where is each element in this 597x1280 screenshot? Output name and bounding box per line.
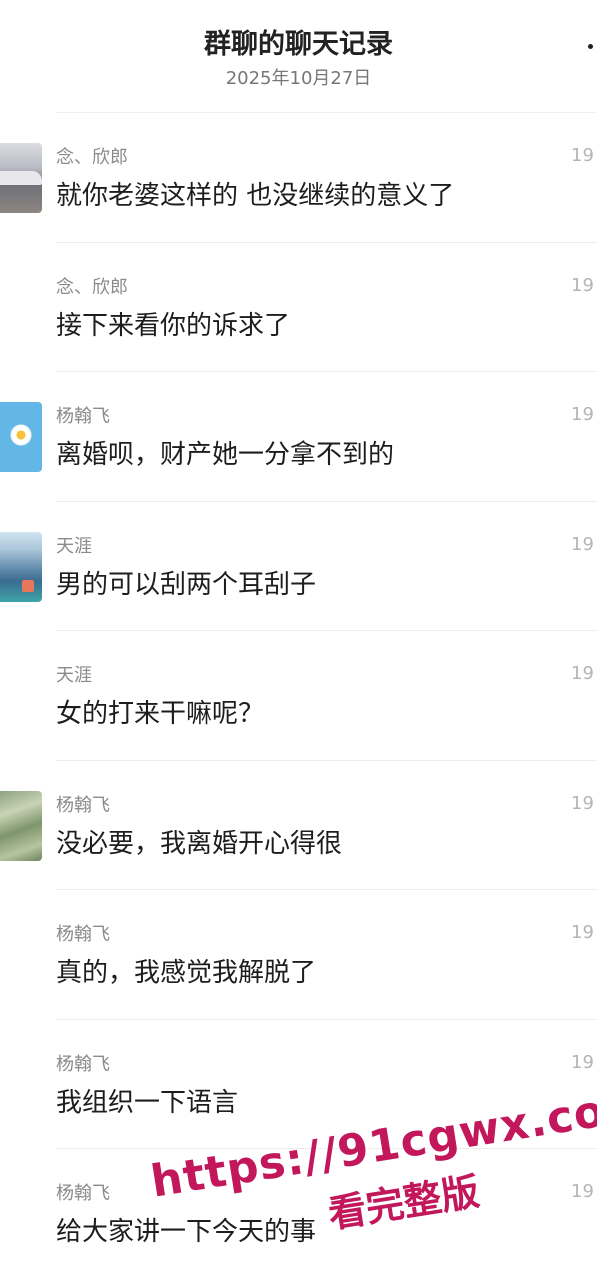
- message-time: 19: [571, 1181, 594, 1202]
- message-text: 就你老婆这样的 也没继续的意义了: [56, 181, 455, 211]
- message-text: 真的，我感觉我解脱了: [56, 958, 317, 988]
- message-text: 男的可以刮两个耳刮子: [56, 569, 317, 600]
- avatar-flower-icon[interactable]: [0, 402, 42, 472]
- message-time: 19: [571, 663, 594, 684]
- record-date: 2025年10月27日: [225, 68, 372, 89]
- message-time: 19: [571, 274, 594, 296]
- message-time: 19: [571, 533, 594, 555]
- message-text: 女的打来干嘛呢？: [56, 699, 265, 729]
- message-time: 19: [571, 792, 594, 814]
- message-text: 给大家讲一下今天的事: [56, 1217, 317, 1247]
- avatar-leaves-icon[interactable]: [0, 790, 42, 861]
- chat-record-header: 群聊的聊天记录 2025年10月27日: [0, 0, 597, 110]
- message-item[interactable]: 杨翰飞 19 没必要，我离婚开心得很: [0, 759, 597, 890]
- message-item[interactable]: 念、欣郎 19 就你老婆这样的 也没继续的意义了: [0, 112, 597, 242]
- message-item[interactable]: 天涯 19 男的可以刮两个耳刮子: [0, 500, 597, 631]
- sender-name: 念、欣郎: [56, 276, 128, 298]
- message-item[interactable]: 杨翰飞 19 离婚呗，财产她一分拿不到的: [0, 371, 597, 501]
- sender-name: 杨翰飞: [56, 924, 110, 945]
- message-list: 念、欣郎 19 就你老婆这样的 也没继续的意义了 念、欣郎 19 接下来看你的诉…: [0, 112, 597, 1278]
- message-text: 离婚呗，财产她一分拿不到的: [56, 440, 395, 470]
- avatar-car-icon[interactable]: [0, 143, 42, 213]
- message-item[interactable]: 天涯 19 女的打来干嘛呢？: [56, 630, 597, 760]
- message-item[interactable]: 杨翰飞 19 我组织一下语言: [56, 1018, 597, 1149]
- sender-name: 天涯: [56, 535, 92, 557]
- more-dot-icon[interactable]: [588, 44, 593, 49]
- message-time: 19: [571, 1051, 594, 1073]
- message-text: 我组织一下语言: [56, 1087, 239, 1118]
- message-time: 19: [571, 145, 594, 166]
- message-text: 接下来看你的诉求了: [56, 310, 291, 341]
- sender-name: 念、欣郎: [56, 147, 128, 168]
- message-item[interactable]: 杨翰飞 19 真的，我感觉我解脱了: [56, 889, 597, 1019]
- message-text: 没必要，我离婚开心得很: [56, 828, 343, 859]
- page-title: 群聊的聊天记录: [204, 29, 393, 60]
- message-time: 19: [571, 404, 594, 425]
- sender-name: 杨翰飞: [56, 1053, 110, 1075]
- message-item[interactable]: 杨翰飞 19 给大家讲一下今天的事: [56, 1148, 597, 1278]
- sender-name: 杨翰飞: [56, 794, 110, 816]
- sender-name: 天涯: [56, 665, 92, 686]
- message-item[interactable]: 念、欣郎 19 接下来看你的诉求了: [56, 241, 597, 372]
- sender-name: 杨翰飞: [56, 1183, 110, 1204]
- sender-name: 杨翰飞: [56, 406, 110, 427]
- message-time: 19: [571, 922, 594, 943]
- avatar-landscape-icon[interactable]: [0, 531, 42, 602]
